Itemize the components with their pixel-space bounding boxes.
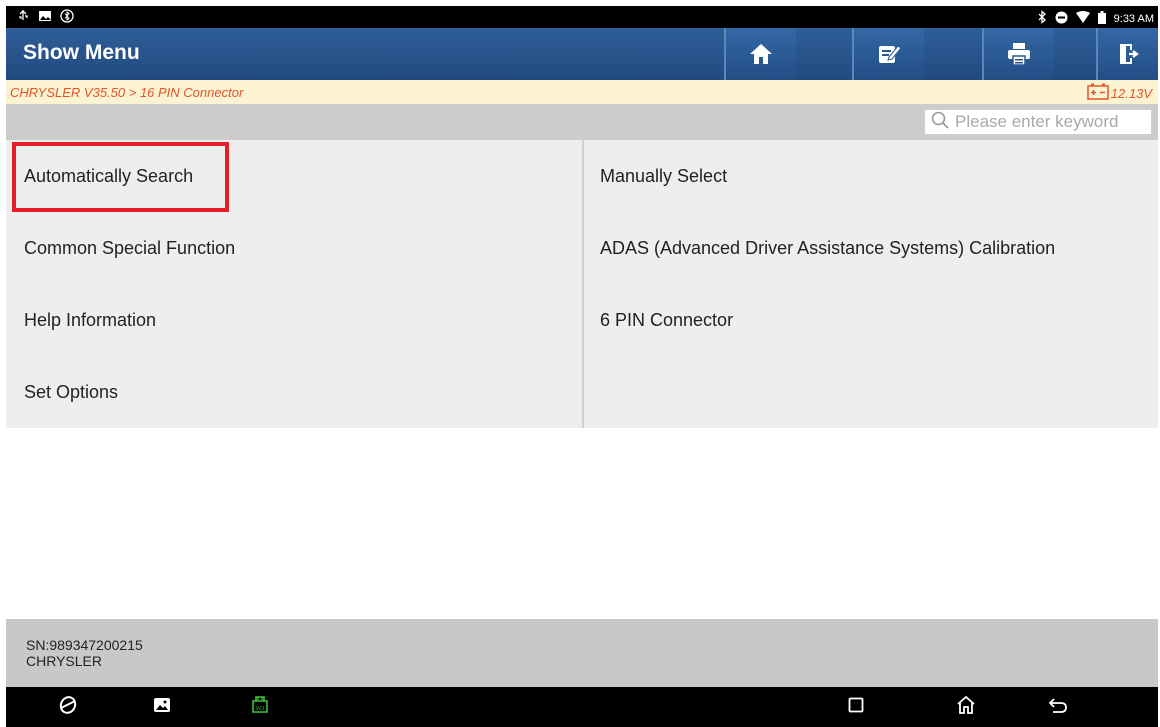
status-bar: 9:33 AM	[6, 6, 1158, 28]
vehicle-brand: CHRYSLER	[26, 653, 102, 669]
minus-circle-icon	[1055, 11, 1068, 27]
battery-icon	[1097, 10, 1106, 27]
serial-number: SN:989347200215	[26, 637, 143, 653]
menu-item-help-information[interactable]: Help Information	[6, 284, 582, 356]
menu-item-common-special-function[interactable]: Common Special Function	[6, 212, 582, 284]
square-icon	[848, 697, 864, 718]
menu-item-label: Manually Select	[600, 165, 728, 186]
home-icon	[749, 42, 773, 66]
menu-item-6-pin-connector[interactable]: 6 PIN Connector	[582, 284, 1158, 356]
breadcrumb-path: CHRYSLER V35.50 > 16 PIN Connector	[10, 85, 244, 100]
menu-item-label: Set Options	[24, 381, 119, 402]
menu-item-manually-select[interactable]: Manually Select	[582, 140, 1158, 212]
search-bar	[6, 104, 1158, 140]
print-button[interactable]	[982, 28, 1054, 80]
edit-icon	[877, 42, 901, 66]
bluetooth-icon	[1037, 10, 1047, 27]
usb-icon	[16, 9, 30, 26]
menu-item-set-options[interactable]: Set Options	[6, 356, 582, 428]
search-input[interactable]	[955, 112, 1145, 132]
home-outline-icon	[956, 695, 976, 720]
app-window: 9:33 AM Show Menu CHRYSLER V35.50 > 16 P…	[0, 0, 1160, 727]
menu-row: Help Information 6 PIN Connector	[6, 284, 1158, 356]
vci-icon: VCI	[249, 695, 271, 720]
menu-item-label: ADAS (Advanced Driver Assistance Systems…	[600, 237, 1056, 258]
image-icon	[38, 9, 52, 26]
system-nav-bar: VCI	[6, 687, 1158, 727]
menu-item-automatically-search[interactable]: Automatically Search	[6, 140, 582, 212]
search-box[interactable]	[924, 109, 1152, 135]
menu-item-label: Automatically Search	[24, 165, 194, 186]
vci-button[interactable]: VCI	[240, 687, 280, 727]
home-button[interactable]	[724, 28, 796, 80]
voltage-indicator: 12.13V	[1087, 83, 1152, 103]
page-title: Show Menu	[23, 41, 140, 64]
breadcrumb: CHRYSLER V35.50 > 16 PIN Connector 12.13…	[6, 80, 1158, 104]
menu-row: Set Options	[6, 356, 1158, 428]
exit-button[interactable]	[1096, 28, 1158, 80]
device-info: SN:989347200215 CHRYSLER	[26, 637, 143, 669]
search-icon	[931, 111, 949, 134]
bluetooth-circle-icon	[60, 9, 74, 26]
gallery-button[interactable]	[142, 687, 182, 727]
voltage-value: 12.13V	[1110, 85, 1152, 101]
menu-item-label: Common Special Function	[24, 237, 236, 258]
recent-apps-button[interactable]	[836, 687, 876, 727]
clock: 9:33 AM	[1113, 12, 1154, 25]
menu-item-label: Help Information	[24, 309, 157, 330]
menu-item-adas-calibration[interactable]: ADAS (Advanced Driver Assistance Systems…	[582, 212, 1158, 284]
header: Show Menu	[6, 28, 1158, 80]
browser-icon	[58, 695, 78, 720]
browser-button[interactable]	[48, 687, 88, 727]
back-icon	[1048, 696, 1068, 719]
back-button[interactable]	[1038, 687, 1078, 727]
menu-row: Automatically Search Manually Select	[6, 140, 1158, 212]
battery-voltage-icon	[1087, 83, 1109, 103]
device-info-footer: SN:989347200215 CHRYSLER	[6, 619, 1158, 687]
menu-grid: Automatically Search Manually Select Com…	[6, 140, 1158, 428]
edit-button[interactable]	[852, 28, 924, 80]
menu-item-label: 6 PIN Connector	[600, 309, 734, 330]
wifi-icon	[1075, 11, 1090, 26]
print-icon	[1007, 42, 1031, 66]
gallery-icon	[153, 697, 171, 718]
menu-item-empty	[582, 356, 1158, 428]
svg-text:VCI: VCI	[256, 706, 264, 712]
home-nav-button[interactable]	[946, 687, 986, 727]
exit-icon	[1116, 42, 1140, 66]
menu-row: Common Special Function ADAS (Advanced D…	[6, 212, 1158, 284]
